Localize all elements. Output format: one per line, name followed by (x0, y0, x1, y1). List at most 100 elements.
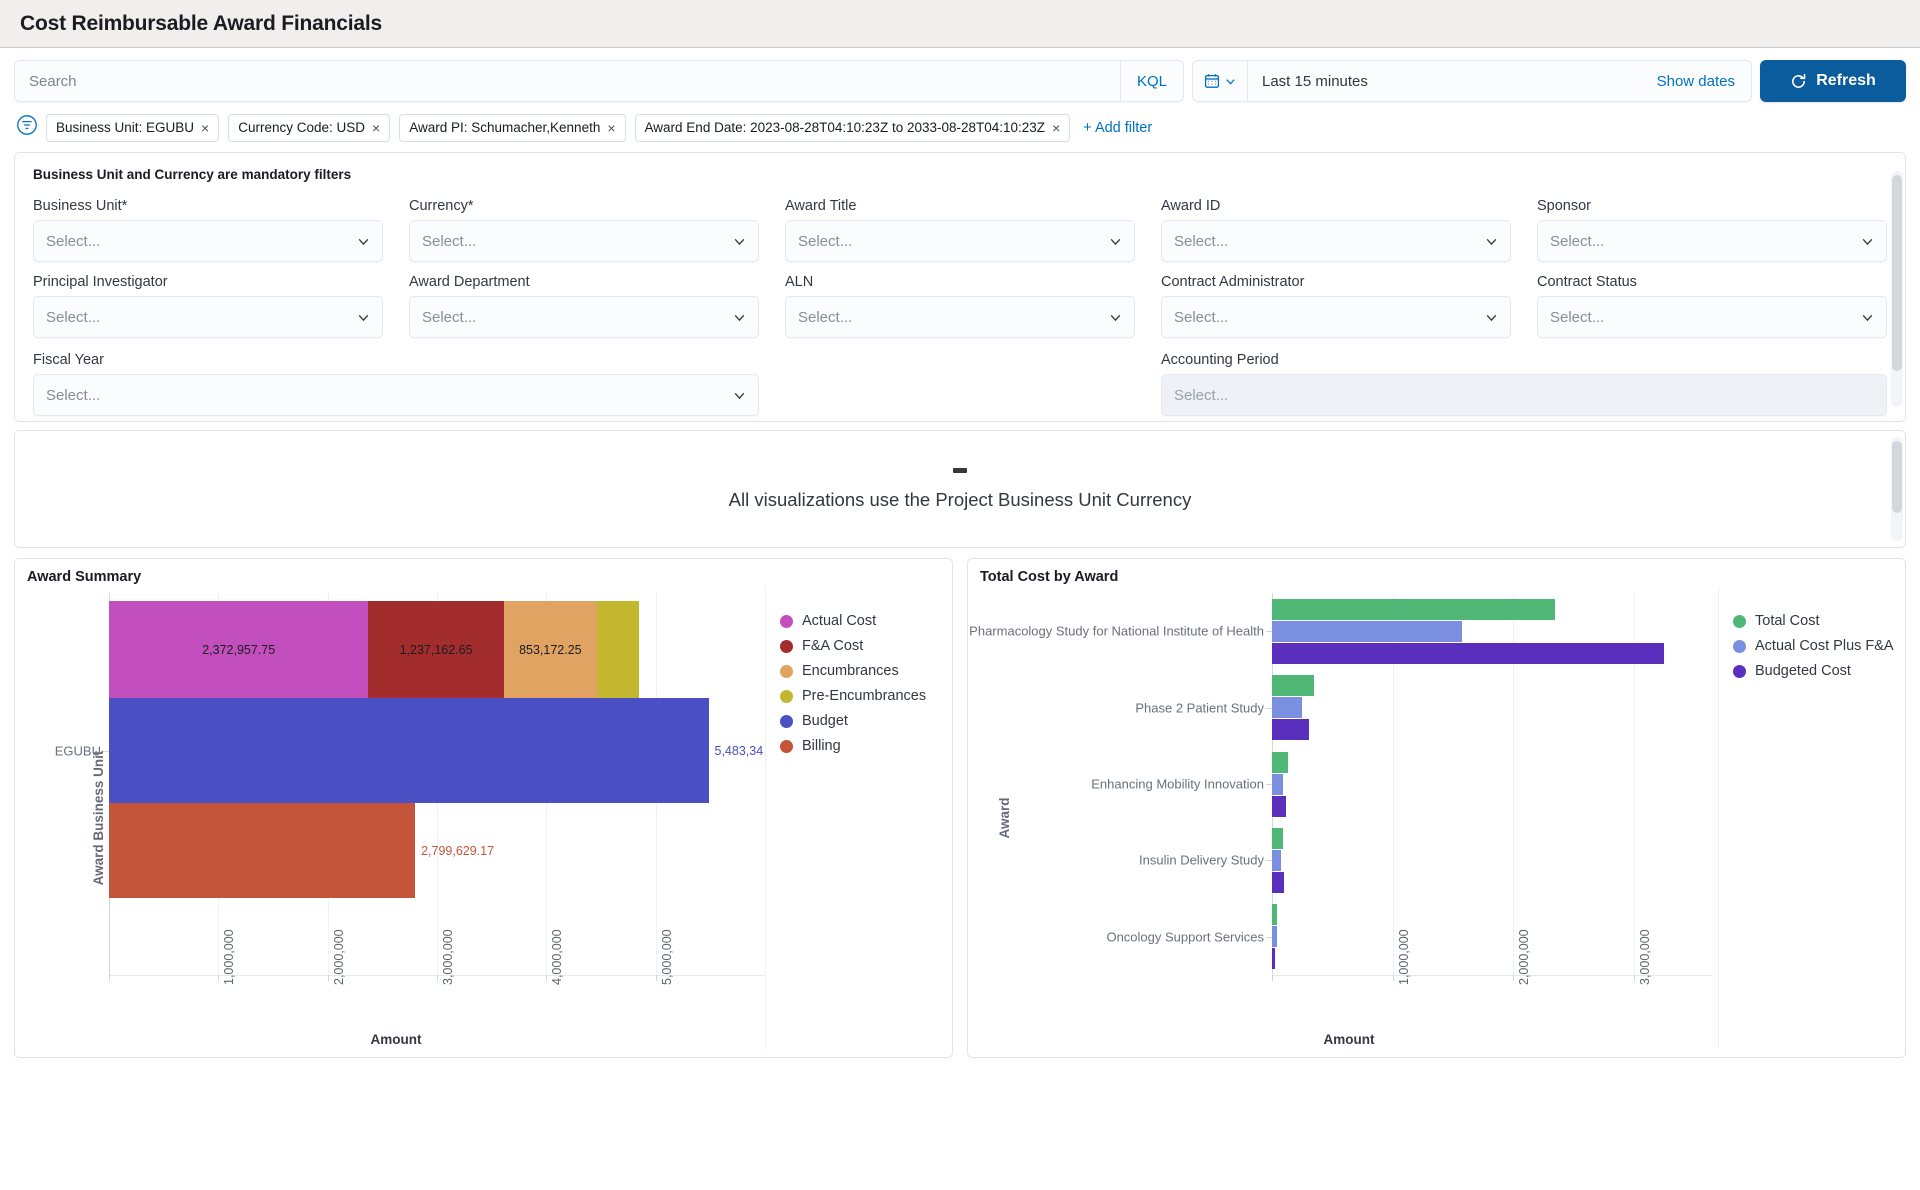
business-unit-select[interactable]: Select... (33, 220, 383, 262)
bar-segment[interactable] (1272, 904, 1278, 926)
query-bar-container: KQL (0, 48, 1920, 102)
aln-select[interactable]: Select... (785, 296, 1135, 338)
bar-segment[interactable] (1272, 871, 1285, 893)
legend-item[interactable]: F&A Cost (780, 638, 934, 654)
x-tick-mark (655, 975, 657, 981)
legend-color-swatch (780, 714, 793, 728)
text-panel: All visualizations use the Project Busin… (14, 430, 1906, 548)
bar-segment[interactable] (1272, 719, 1310, 741)
bar-segment[interactable] (109, 803, 416, 898)
refresh-button[interactable]: Refresh (1760, 60, 1906, 102)
close-icon[interactable]: × (1052, 121, 1060, 135)
page-title: Cost Reimbursable Award Financials (20, 11, 382, 35)
bar-segment[interactable] (1272, 675, 1315, 697)
refresh-button-label: Refresh (1816, 72, 1876, 89)
filter-toggle-icon[interactable] (14, 112, 46, 143)
bar-segment[interactable] (109, 698, 709, 803)
filter-pill[interactable]: Award PI: Schumacher,Kenneth × (399, 113, 626, 142)
mandatory-filters-note: Business Unit and Currency are mandatory… (33, 167, 352, 182)
close-icon[interactable]: × (372, 121, 380, 135)
date-range-text[interactable]: Last 15 minutes (1248, 61, 1641, 101)
contract-administrator-select[interactable]: Select... (1161, 296, 1511, 338)
award-id-select[interactable]: Select... (1161, 220, 1511, 262)
bar-segment[interactable] (1272, 773, 1283, 795)
bar-segment[interactable] (1272, 598, 1556, 620)
bar-segment[interactable] (1272, 697, 1303, 719)
award-summary-panel: Award Summary Award Business Unit 1,000,… (14, 558, 953, 1058)
controls-grid: Business Unit* Select... Currency* Selec… (33, 198, 1887, 338)
show-dates-button[interactable]: Show dates (1641, 61, 1751, 101)
legend-item[interactable]: Encumbrances (780, 663, 934, 679)
legend-item[interactable]: Total Cost (1733, 613, 1887, 629)
close-icon[interactable]: × (201, 121, 209, 135)
bar-value-label: 2,372,957.75 (202, 642, 276, 657)
bar-segment[interactable] (1272, 849, 1281, 871)
legend-item[interactable]: Budget (780, 713, 934, 729)
controls-scrollbar-thumb[interactable] (1892, 175, 1902, 371)
legend-label: F&A Cost (802, 638, 864, 654)
fiscal-year-select[interactable]: Select... (33, 374, 759, 416)
chevron-down-icon (1486, 314, 1497, 321)
select-value: Select... (422, 308, 477, 326)
bar-segment[interactable] (596, 601, 639, 698)
chevron-down-icon (1862, 238, 1873, 245)
control-business-unit: Business Unit* Select... (33, 198, 383, 262)
control-label: Contract Status (1537, 274, 1637, 290)
bar-segment[interactable] (1272, 751, 1288, 773)
legend-label: Encumbrances (802, 663, 899, 679)
principal-investigator-select[interactable]: Select... (33, 296, 383, 338)
filter-pill-label: Award End Date: 2023-08-28T04:10:23Z to … (644, 120, 1046, 135)
date-quick-menu-button[interactable] (1193, 61, 1248, 101)
currency-select[interactable]: Select... (409, 220, 759, 262)
control-label: Award Title (785, 198, 857, 214)
award-department-select[interactable]: Select... (409, 296, 759, 338)
chevron-down-icon (1110, 314, 1121, 321)
bar-value-label: 5,483,34 (714, 743, 764, 758)
accounting-period-select[interactable]: Select... (1161, 374, 1887, 416)
control-label: Sponsor (1537, 198, 1592, 214)
legend-item[interactable]: Billing (780, 738, 934, 754)
legend-label: Billing (802, 738, 841, 754)
x-tick-label: 5,000,000 (659, 929, 674, 985)
sponsor-select[interactable]: Select... (1537, 220, 1887, 262)
x-tick-mark (218, 975, 220, 981)
bar-segment[interactable] (1272, 926, 1277, 948)
x-tick-mark (327, 975, 329, 981)
search-input[interactable] (15, 61, 1120, 101)
add-filter-button[interactable]: + Add filter (1083, 120, 1152, 136)
total-cost-by-award-panel: Total Cost by Award Award 1,000,000 2,000… (967, 558, 1906, 1058)
close-icon[interactable]: × (607, 121, 615, 135)
charts-row: Award Summary Award Business Unit 1,000,… (14, 558, 1906, 1058)
text-panel-scrollbar-thumb[interactable] (1892, 441, 1902, 513)
legend-item[interactable]: Actual Cost (780, 613, 934, 629)
filter-pill[interactable]: Business Unit: EGUBU × (46, 113, 220, 142)
award-title-select[interactable]: Select... (785, 220, 1135, 262)
x-tick-label: 2,000,000 (1517, 929, 1532, 985)
date-picker-container: Last 15 minutes Show dates (1192, 60, 1752, 102)
chevron-down-icon (734, 238, 745, 245)
bar-segment[interactable] (1272, 948, 1276, 970)
bar-segment[interactable] (1272, 827, 1283, 849)
bar-segment[interactable] (1272, 620, 1463, 642)
filter-pill[interactable]: Award End Date: 2023-08-28T04:10:23Z to … (634, 113, 1071, 142)
legend-item[interactable]: Pre-Encumbrances (780, 688, 934, 704)
bar-segment[interactable] (1272, 642, 1664, 664)
kql-button[interactable]: KQL (1119, 61, 1183, 101)
award-summary-legend: Actual Cost F&A Cost Encumbrances Pre-En… (765, 587, 940, 1049)
select-value: Select... (1550, 308, 1605, 326)
chevron-down-icon (1486, 238, 1497, 245)
filter-pill[interactable]: Currency Code: USD × (228, 113, 391, 142)
y-tick-mark (1266, 631, 1272, 633)
legend-item[interactable]: Actual Cost Plus F&A (1733, 638, 1894, 654)
control-label: Fiscal Year (33, 352, 104, 368)
chevron-down-icon (1862, 314, 1873, 321)
filter-pill-label: Business Unit: EGUBU (56, 120, 195, 135)
chevron-down-icon (734, 314, 745, 321)
legend-color-swatch (1733, 639, 1746, 653)
bar-value-label: 853,172.25 (519, 642, 582, 657)
control-contract-administrator: Contract Administrator Select... (1161, 274, 1511, 338)
legend-item[interactable]: Budgeted Cost (1733, 663, 1887, 679)
contract-status-select[interactable]: Select... (1537, 296, 1887, 338)
control-label: Business Unit* (33, 198, 128, 214)
bar-segment[interactable] (1272, 795, 1287, 817)
